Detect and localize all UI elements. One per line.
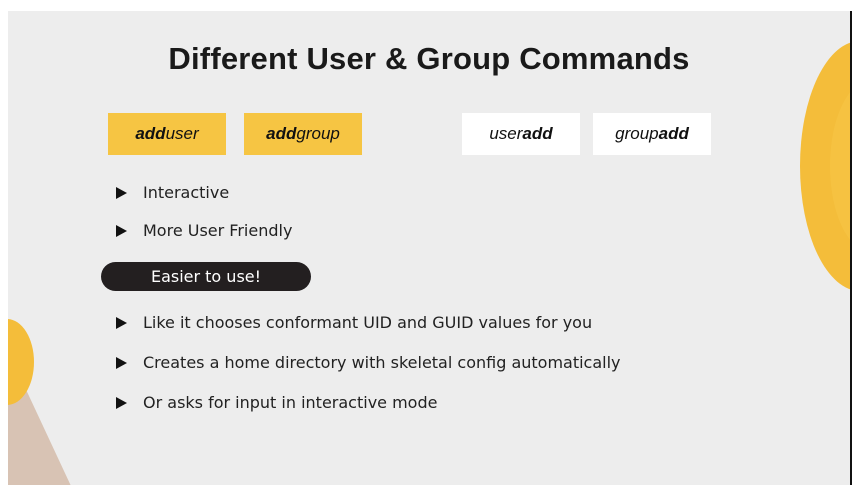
decorative-shape-left-gold [8,319,34,405]
command-box-useradd: user add [462,113,580,155]
bullet-item: Or asks for input in interactive mode [116,393,437,412]
bullet-arrow-icon [116,224,127,237]
bullet-text: Interactive [143,183,230,202]
command-bold-part: add [266,124,297,143]
command-bold-part: add [135,124,166,143]
command-box-adduser: add user [108,113,226,155]
bullet-arrow-icon [116,316,127,329]
slide-title: Different User & Group Commands [168,41,690,76]
command-normal-part: group [296,124,340,143]
command-box-groupadd: group add [593,113,711,155]
bullet-text: Or asks for input in interactive mode [143,393,438,412]
command-bold-part: add [658,124,689,143]
command-box-addgroup: add group [244,113,362,155]
bullet-item: Creates a home directory with skeletal c… [116,353,621,372]
command-bold-part: add [522,124,553,143]
bullet-arrow-icon [116,356,127,369]
command-normal-part: user [489,124,523,143]
bullet-item: Like it chooses conformant UID and GUID … [116,313,592,332]
highlight-pill: Easier to use! [101,262,311,291]
slide: Different User & Group Commands add user … [8,11,850,485]
bullet-arrow-icon [116,186,127,199]
slide-edge-line [850,11,852,485]
command-normal-part: user [165,124,199,143]
command-normal-part: group [615,124,659,143]
bullet-arrow-icon [116,396,127,409]
bullet-item: More User Friendly [116,221,292,240]
bullet-text: Like it chooses conformant UID and GUID … [143,313,593,332]
bullet-text: More User Friendly [143,221,293,240]
bullet-text: Creates a home directory with skeletal c… [143,353,621,372]
bullet-item: Interactive [116,183,229,202]
